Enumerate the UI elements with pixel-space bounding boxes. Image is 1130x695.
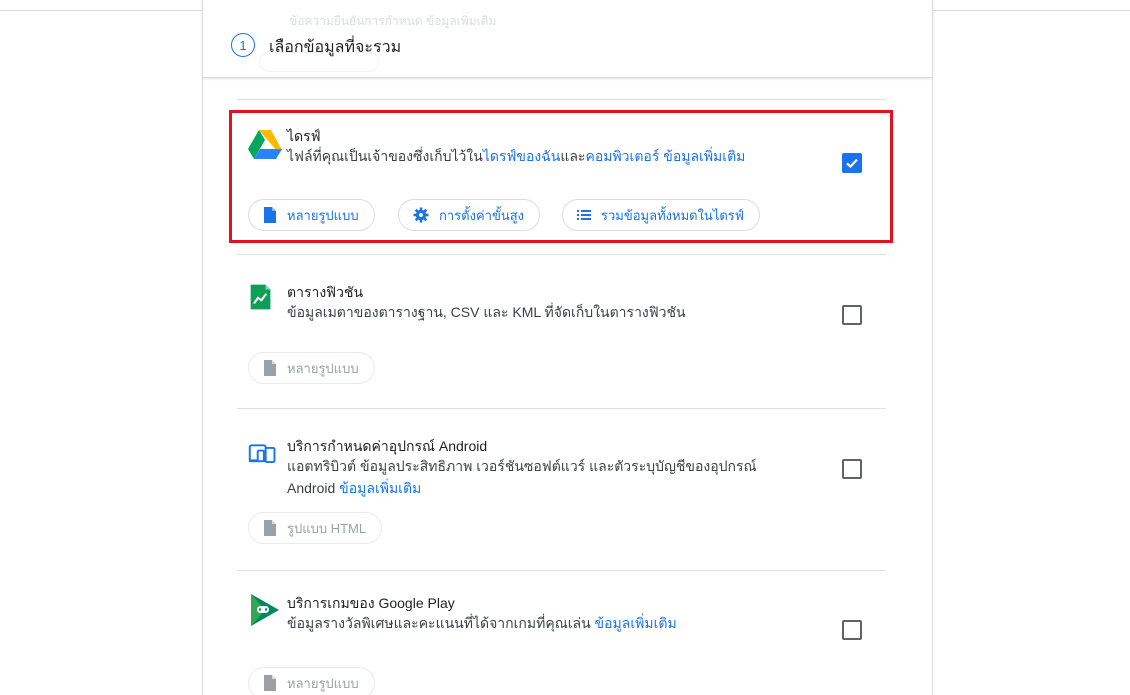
chip-label: หลายรูปแบบ [287, 207, 359, 223]
fusion-tables-icon [250, 284, 271, 310]
list-icon [577, 210, 591, 220]
product-item-fusion-tables: ตารางฟิวชัน ข้อมูลเมตาของตารางฐาน, CSV แ… [236, 282, 888, 392]
description-text: ไฟล์ที่คุณเป็นเจ้าของซึ่งเก็บไว้ใน [287, 148, 483, 164]
ghost-text: ข้อความยืนยันการกำหนด ข้อมูลเพิ่มเติม [289, 14, 497, 28]
include-android-config-checkbox[interactable] [842, 459, 862, 479]
learn-more-link[interactable]: ข้อมูลเพิ่มเติม [663, 148, 745, 164]
include-all-drive-chip[interactable]: รวมข้อมูลทั้งหมดในไดรฟ์ [562, 199, 760, 231]
product-item-play-games: บริการเกมของ Google Play ข้อมูลรางวัลพิเ… [236, 593, 888, 695]
description-text: ข้อมูลรางวัลพิเศษและคะแนนที่ได้จากเกมที่… [287, 615, 591, 631]
product-description: ข้อมูลเมตาของตารางฐาน, CSV และ KML ที่จั… [287, 304, 686, 320]
file-icon [264, 207, 276, 223]
chip-label: รูปแบบ HTML [287, 520, 367, 536]
step-header: ข้อความยืนยันการกำหนด ข้อมูลเพิ่มเติม 1 … [202, 0, 933, 78]
my-drive-link[interactable]: ไดรฟ์ของฉัน [483, 148, 561, 164]
description-text: Android [287, 480, 336, 496]
chip-label: หลายรูปแบบ [287, 675, 359, 691]
formats-chip[interactable]: หลายรูปแบบ [248, 199, 375, 231]
google-drive-icon [248, 130, 282, 159]
top-divider-right [932, 10, 1130, 11]
chip-label: รวมข้อมูลทั้งหมดในไดรฟ์ [601, 207, 744, 223]
divider [237, 570, 886, 571]
include-play-games-checkbox[interactable] [842, 620, 862, 640]
divider [237, 408, 886, 409]
learn-more-link[interactable]: ข้อมูลเพิ่มเติม [339, 480, 421, 496]
formats-chip: หลายรูปแบบ [248, 352, 375, 384]
gear-icon [413, 207, 429, 223]
checkmark-icon [846, 158, 858, 169]
google-play-games-icon [251, 594, 279, 626]
file-icon [264, 360, 276, 376]
description-text: และ [560, 148, 586, 164]
product-description: แอตทริบิวต์ ข้อมูลประสิทธิภาพ เวอร์ชันซอ… [287, 455, 847, 499]
android-devices-icon [248, 444, 276, 464]
chip-label: การตั้งค่าขั้นสูง [439, 207, 524, 223]
product-description: ไฟล์ที่คุณเป็นเจ้าของซึ่งเก็บไว้ในไดรฟ์ข… [287, 145, 847, 167]
html-format-chip: รูปแบบ HTML [248, 512, 383, 544]
computers-link[interactable]: คอมพิวเตอร์ [585, 148, 659, 164]
learn-more-link[interactable]: ข้อมูลเพิ่มเติม [595, 615, 677, 631]
file-icon [264, 675, 276, 691]
divider [237, 254, 886, 255]
step-number-badge: 1 [231, 33, 255, 57]
include-fusion-tables-checkbox[interactable] [842, 305, 862, 325]
chip-label: หลายรูปแบบ [287, 360, 359, 376]
product-description: ข้อมูลรางวัลพิเศษและคะแนนที่ได้จากเกมที่… [287, 612, 847, 634]
include-drive-checkbox[interactable] [842, 153, 862, 173]
divider [237, 99, 886, 100]
advanced-settings-chip[interactable]: การตั้งค่าขั้นสูง [398, 199, 540, 231]
formats-chip: หลายรูปแบบ [248, 667, 375, 695]
step-title: เลือกข้อมูลที่จะรวม [269, 39, 402, 56]
file-icon [264, 520, 276, 536]
top-divider-left [0, 10, 202, 11]
product-item-android-device-config: บริการกำหนดค่าอุปกรณ์ Android แอตทริบิวต… [236, 436, 888, 552]
product-item-drive: ไดรฟ์ ไฟล์ที่คุณเป็นเจ้าของซึ่งเก็บไว้ใน… [236, 126, 888, 236]
description-text: แอตทริบิวต์ ข้อมูลประสิทธิภาพ เวอร์ชันซอ… [287, 458, 757, 474]
